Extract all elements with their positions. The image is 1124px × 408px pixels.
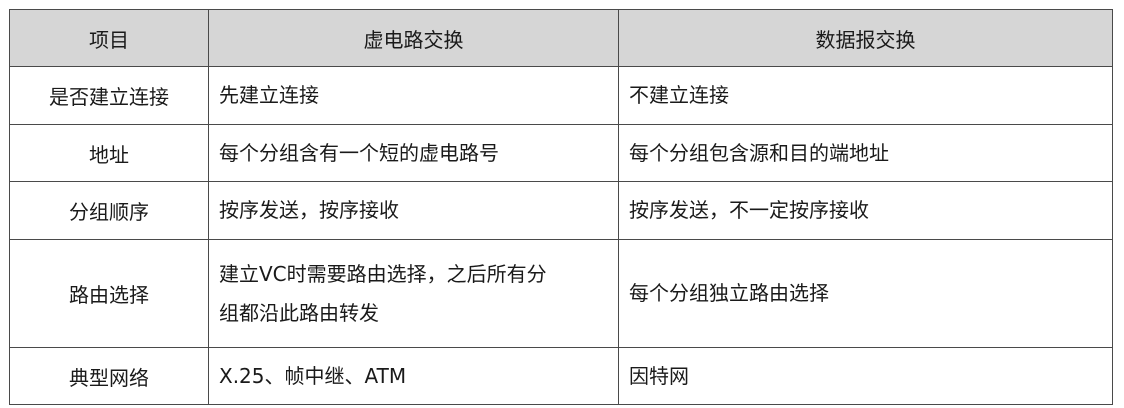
dg-cell: 每个分组独立路由选择 <box>618 239 1113 348</box>
row-label: 路由选择 <box>9 239 209 348</box>
row-label: 地址 <box>9 124 209 182</box>
header-datagram: 数据报交换 <box>618 9 1113 67</box>
dg-cell: 按序发送，不一定按序接收 <box>618 181 1113 240</box>
table-row: 路由选择 建立VC时需要路由选择，之后所有分 组都沿此路由转发 每个分组独立路由… <box>9 239 1113 348</box>
vc-cell: X.25、帧中继、ATM <box>208 347 619 405</box>
table-row: 地址 每个分组含有一个短的虚电路号 每个分组包含源和目的端地址 <box>9 124 1113 182</box>
table-row: 是否建立连接 先建立连接 不建立连接 <box>9 66 1113 125</box>
dg-cell: 每个分组包含源和目的端地址 <box>618 124 1113 182</box>
comparison-table: 项目 虚电路交换 数据报交换 是否建立连接 先建立连接 不建立连接 地址 每个分… <box>9 9 1113 405</box>
header-item: 项目 <box>9 9 209 67</box>
dg-cell: 不建立连接 <box>618 66 1113 125</box>
row-label: 分组顺序 <box>9 181 209 240</box>
vc-cell: 先建立连接 <box>208 66 619 125</box>
row-label: 是否建立连接 <box>9 66 209 125</box>
vc-cell-line-1: 建立VC时需要路由选择，之后所有分 <box>219 261 547 286</box>
row-label: 典型网络 <box>9 347 209 405</box>
table-row: 分组顺序 按序发送，按序接收 按序发送，不一定按序接收 <box>9 181 1113 240</box>
vc-cell-line-2: 组都沿此路由转发 <box>219 300 379 325</box>
dg-cell: 因特网 <box>618 347 1113 405</box>
vc-cell: 每个分组含有一个短的虚电路号 <box>208 124 619 182</box>
vc-cell: 按序发送，按序接收 <box>208 181 619 240</box>
table-header-row: 项目 虚电路交换 数据报交换 <box>9 9 1113 67</box>
table-row: 典型网络 X.25、帧中继、ATM 因特网 <box>9 347 1113 405</box>
vc-cell: 建立VC时需要路由选择，之后所有分 组都沿此路由转发 <box>208 239 619 348</box>
header-virtual-circuit: 虚电路交换 <box>208 9 619 67</box>
